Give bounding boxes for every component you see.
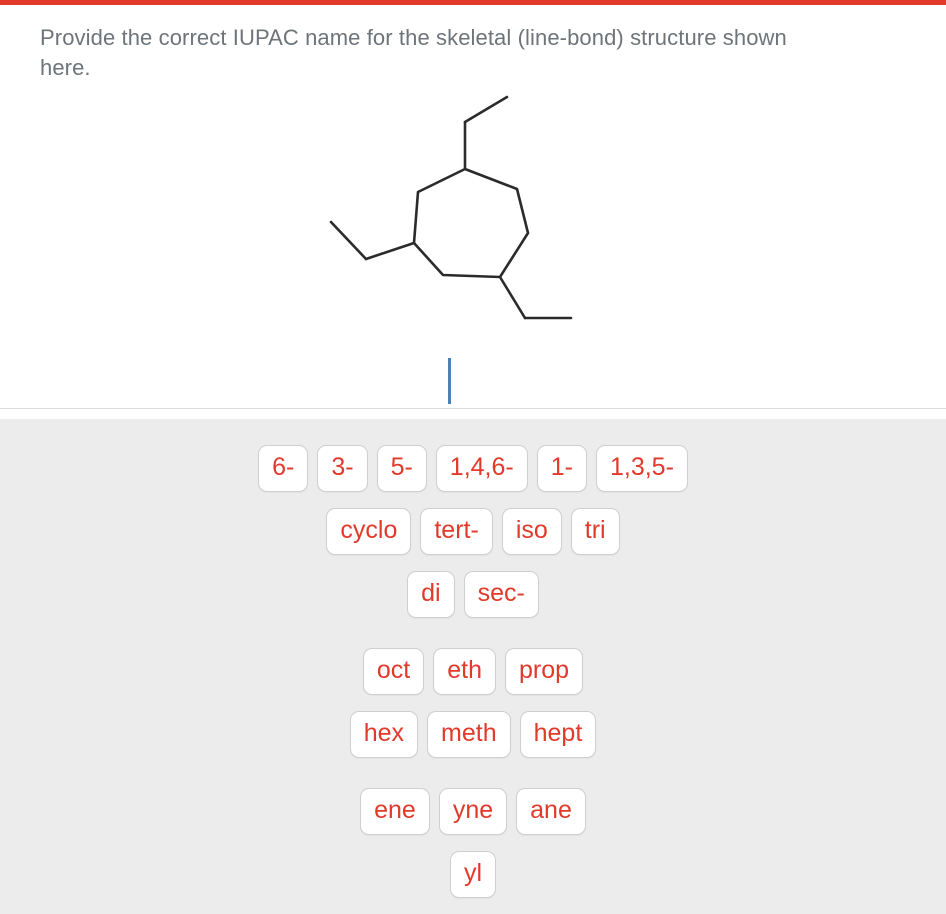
answer-drop-zone[interactable] [0, 345, 946, 409]
tile-row-stems-lower: hex meth hept [349, 711, 597, 758]
tile-stem-meth[interactable]: meth [427, 711, 511, 758]
tile-locant-6[interactable]: 6- [258, 445, 309, 492]
tile-stem-eth[interactable]: eth [433, 648, 497, 695]
tile-stem-prop[interactable]: prop [505, 648, 584, 695]
tile-stem-oct[interactable]: oct [362, 648, 425, 695]
tile-row-prefixes: cyclo tert- iso tri [326, 508, 620, 555]
tile-prefix-tri[interactable]: tri [570, 508, 620, 555]
tile-locant-1[interactable]: 1- [536, 445, 587, 492]
question-area: Provide the correct IUPAC name for the s… [0, 5, 946, 83]
tile-prefix-cyclo[interactable]: cyclo [326, 508, 412, 555]
text-caret [448, 358, 451, 404]
structure-figure [0, 83, 946, 345]
tile-multiplier-di[interactable]: di [407, 571, 455, 618]
answer-tile-tray: 6- 3- 5- 1,4,6- 1- 1,3,5- cyclo tert- is… [0, 419, 946, 914]
tile-prefix-iso[interactable]: iso [501, 508, 562, 555]
tile-locant-146[interactable]: 1,4,6- [435, 445, 528, 492]
tile-row-suffixes: ene yne ane [360, 788, 586, 835]
tile-suffix-yl[interactable]: yl [449, 851, 497, 898]
tile-locant-5[interactable]: 5- [376, 445, 427, 492]
tile-stem-hept[interactable]: hept [519, 711, 597, 758]
tile-suffix-ene[interactable]: ene [360, 788, 430, 835]
tile-row-multipliers: di sec- [407, 571, 539, 618]
skeletal-structure-icon [329, 95, 573, 320]
tile-row-stems-upper: oct eth prop [362, 648, 584, 695]
tile-row-locants: 6- 3- 5- 1,4,6- 1- 1,3,5- [258, 445, 688, 492]
tile-suffix-yne[interactable]: yne [438, 788, 508, 835]
tile-row-suffix-yl: yl [449, 851, 497, 898]
question-page: Provide the correct IUPAC name for the s… [0, 0, 946, 914]
tile-prefix-sec[interactable]: sec- [463, 571, 539, 618]
page-title: Provide the correct IUPAC name for the s… [40, 25, 787, 80]
tile-suffix-ane[interactable]: ane [516, 788, 586, 835]
tile-prefix-tert[interactable]: tert- [420, 508, 493, 555]
tile-locant-135[interactable]: 1,3,5- [595, 445, 688, 492]
tile-locant-3[interactable]: 3- [317, 445, 368, 492]
tile-stem-hex[interactable]: hex [349, 711, 419, 758]
